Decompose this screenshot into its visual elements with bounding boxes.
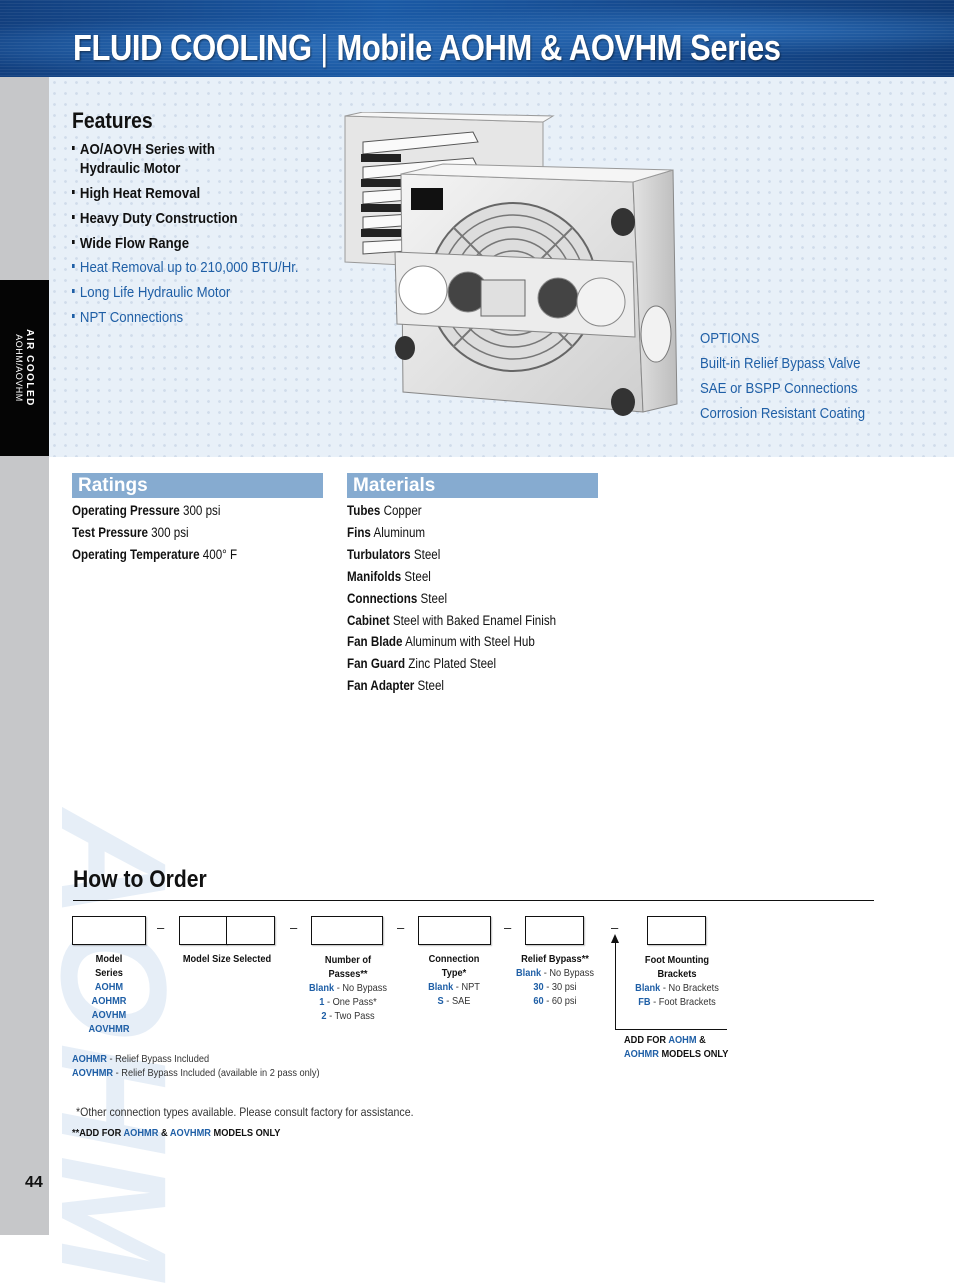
option-code: AOHMR (91, 995, 127, 1007)
model-note: AOHMR - Relief Bypass Included (72, 1053, 210, 1065)
option-row: Blank - NPT (428, 981, 480, 993)
bullet-icon (72, 190, 75, 195)
option-code: AOVHM (91, 1009, 127, 1021)
feature-item: High Heat Removal (72, 184, 200, 203)
bullet-icon (72, 289, 75, 294)
order-box-model-size-1 (179, 916, 227, 945)
order-column-model-series: Model Series AOHM AOHMR AOVHM AOVHMR (83, 952, 136, 1036)
option-item: SAE or BSPP Connections (700, 380, 858, 397)
motor-bracket (394, 251, 636, 338)
how-to-order-heading: How to Order (73, 866, 207, 893)
bullet-icon (72, 314, 75, 319)
feature-item: Heat Removal up to 210,000 BTU/Hr. (72, 258, 299, 277)
option-row: 2 - Two Pass (321, 1010, 375, 1022)
option-row: Blank - No Bypass (308, 982, 388, 994)
model-note: AOVHMR - Relief Bypass Included (availab… (72, 1067, 320, 1079)
rating-row: Operating Pressure 300 psi (72, 503, 221, 518)
option-code: AOHM (94, 981, 124, 993)
order-column-foot-brackets: Foot Mounting Brackets Blank - No Bracke… (632, 953, 722, 1009)
bullet-icon (72, 240, 75, 245)
option-row: FB - Foot Brackets (638, 996, 716, 1008)
brand-logo (640, 305, 672, 363)
foot-bracket-note: AOHMR MODELS ONLY (624, 1048, 729, 1060)
hydraulic-motor (480, 279, 526, 317)
section-tab-line2: AOHM/AOVHM (14, 334, 24, 402)
order-box-foot-brackets (647, 916, 706, 945)
material-row: Turbulators Steel (347, 547, 441, 562)
footnote-models: **ADD FOR AOHMR & AOVHMR MODELS ONLY (72, 1127, 281, 1139)
title-series: Mobile AOHM & AOVHM Series (336, 27, 781, 68)
product-image (344, 112, 678, 416)
feature-item: NPT Connections (72, 308, 183, 327)
inlet-port (395, 336, 415, 360)
material-row: Fan Guard Zinc Plated Steel (347, 656, 497, 671)
feature-item: AO/AOVH Series with Hydraulic Motor (72, 140, 215, 178)
order-dash: – (290, 920, 298, 935)
page-title: FLUID COOLING | Mobile AOHM & AOVHM Series (73, 26, 781, 70)
feature-item: Heavy Duty Construction (72, 209, 238, 228)
order-column-connection: Connection Type* Blank - NPT S - SAE (419, 952, 489, 1008)
order-dash: – (397, 920, 405, 935)
ratings-header: Ratings (72, 473, 323, 498)
options-list: OPTIONS Built-in Relief Bypass Valve SAE… (700, 326, 865, 426)
option-row: Blank - No Bypass (515, 967, 595, 979)
option-item: Corrosion Resistant Coating (700, 405, 866, 422)
order-column-passes: Number of Passes** Blank - No Bypass 1 -… (304, 953, 392, 1023)
features-heading: Features (72, 108, 153, 133)
option-row: Blank - No Brackets (635, 982, 719, 994)
order-dash: – (157, 920, 165, 935)
outlet-port (611, 208, 635, 236)
order-dash: – (611, 920, 619, 935)
bullet-icon (72, 264, 75, 269)
feature-item: Long Life Hydraulic Motor (72, 283, 230, 302)
option-code: AOVHMR (88, 1023, 130, 1035)
title-separator: | (320, 27, 328, 68)
order-box-relief-bypass (525, 916, 584, 945)
header-banner: FLUID COOLING | Mobile AOHM & AOVHM Series (0, 0, 954, 77)
option-row: 1 - One Pass* (319, 996, 377, 1008)
order-box-model-size-2 (226, 916, 275, 945)
option-item: Built-in Relief Bypass Valve (700, 355, 861, 372)
materials-header: Materials (347, 473, 598, 498)
bracket-line (615, 940, 616, 1030)
material-row: Connections Steel (347, 591, 448, 606)
material-row: Fan Adapter Steel (347, 678, 445, 693)
drain-port (611, 388, 635, 416)
material-row: Cabinet Steel with Baked Enamel Finish (347, 613, 557, 628)
foot-bracket-note: ADD FOR AOHM & (624, 1034, 706, 1046)
material-row: Tubes Copper (347, 503, 422, 518)
option-row: 60 - 60 psi (533, 995, 577, 1007)
options-heading: OPTIONS (700, 330, 760, 347)
rating-row: Operating Temperature 400° F (72, 547, 238, 562)
rating-row: Test Pressure 300 psi (72, 525, 189, 540)
material-row: Fan Blade Aluminum with Steel Hub (347, 634, 535, 649)
nameplate (411, 188, 443, 210)
bullet-icon (72, 215, 75, 220)
footnote-connection: *Other connection types available. Pleas… (76, 1105, 414, 1119)
order-box-passes (311, 916, 383, 945)
bracket-line (615, 1029, 727, 1030)
page-number: 44 (25, 1174, 43, 1191)
order-column-relief-bypass: Relief Bypass** Blank - No Bypass 30 - 3… (511, 952, 599, 1008)
order-column-model-size: Model Size Selected (182, 953, 272, 965)
title-category: FLUID COOLING (73, 27, 312, 68)
material-row: Fins Aluminum (347, 525, 426, 540)
order-box-connection (418, 916, 491, 945)
feature-item: Wide Flow Range (72, 234, 189, 253)
divider (73, 900, 874, 901)
material-row: Manifolds Steel (347, 569, 431, 584)
front-unit (394, 163, 678, 416)
bullet-icon (72, 146, 75, 151)
option-row: 30 - 30 psi (533, 981, 577, 993)
order-box-model-series (72, 916, 146, 945)
section-tab-label: AIR COOLED AOHM/AOVHM (14, 329, 35, 407)
section-tab-line1: AIR COOLED (24, 329, 35, 407)
option-row: S - SAE (437, 995, 471, 1007)
order-dash: – (504, 920, 512, 935)
